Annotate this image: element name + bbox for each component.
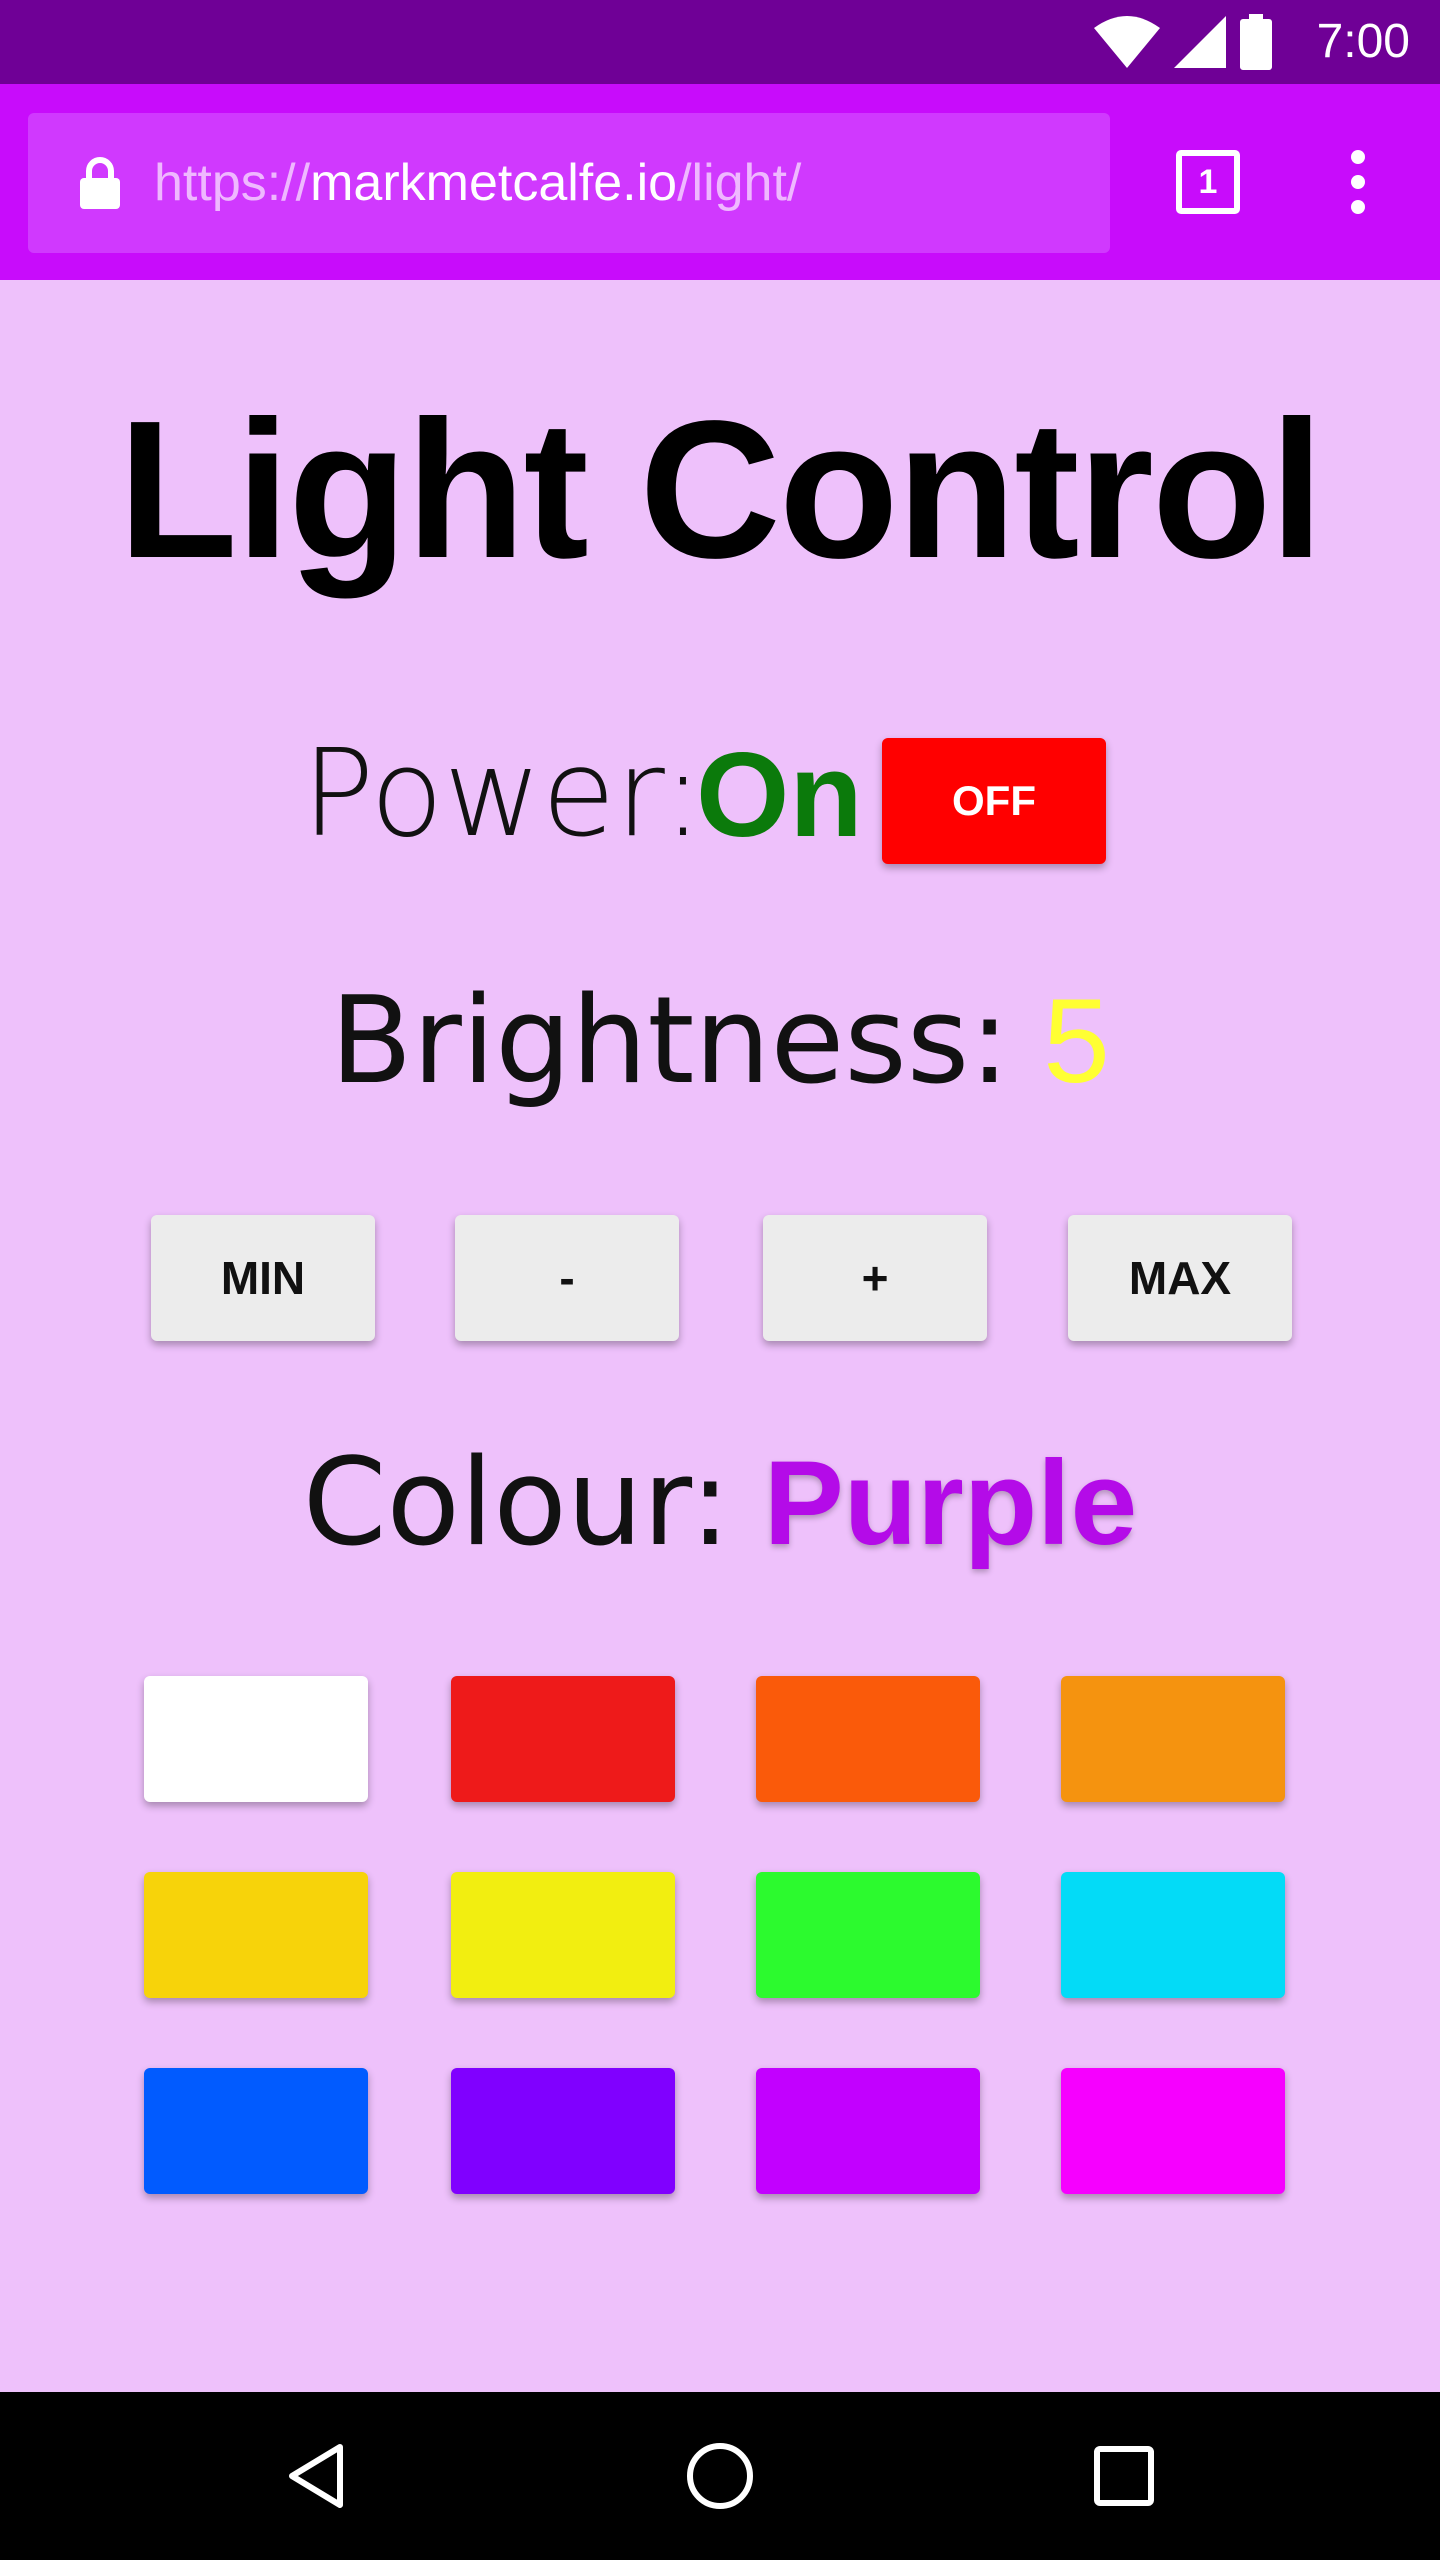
colour-row: Colour: Purple — [0, 1428, 1440, 1578]
brightness-decrease-button[interactable]: - — [455, 1215, 679, 1341]
colour-swatch-gold[interactable] — [144, 1872, 368, 1998]
colour-swatch-magenta[interactable] — [1061, 2068, 1285, 2194]
more-vert-icon[interactable] — [1330, 146, 1386, 218]
url-bar[interactable]: https://markmetcalfe.io/light/ — [28, 113, 1110, 253]
colour-swatch-orange[interactable] — [1061, 1676, 1285, 1802]
url-scheme: https:// — [154, 154, 311, 212]
url-path: /light/ — [677, 154, 802, 212]
back-icon[interactable] — [256, 2392, 376, 2560]
power-label: Power: — [302, 725, 704, 864]
colour-swatch-purple[interactable] — [756, 2068, 980, 2194]
brightness-row: Brightness: 5 — [0, 966, 1440, 1116]
signal-icon — [1174, 16, 1226, 68]
tabs-icon[interactable]: 1 — [1176, 150, 1240, 214]
brightness-label: Brightness: — [330, 972, 1010, 1111]
url-text[interactable]: https://markmetcalfe.io/light/ — [154, 113, 801, 253]
colour-swatch-yellow[interactable] — [451, 1872, 675, 1998]
colour-swatch-dark-orange[interactable] — [756, 1676, 980, 1802]
colour-swatch-white[interactable] — [144, 1676, 368, 1802]
browser-toolbar: https://markmetcalfe.io/light/ 1 — [0, 84, 1440, 280]
colour-swatch-violet[interactable] — [451, 2068, 675, 2194]
status-icons — [1094, 14, 1272, 70]
page-title: Light Control — [117, 380, 1324, 599]
colour-value: Purple — [763, 1436, 1138, 1570]
url-host: markmetcalfe.io — [310, 154, 678, 212]
recents-icon[interactable] — [1064, 2392, 1184, 2560]
home-icon[interactable] — [660, 2392, 780, 2560]
power-row: Power: On OFF — [0, 720, 1440, 870]
colour-swatch-blue[interactable] — [144, 2068, 368, 2194]
brightness-value: 5 — [1043, 974, 1110, 1108]
colour-swatch-red[interactable] — [451, 1676, 675, 1802]
status-time: 7:00 — [1316, 15, 1410, 68]
colour-label: Colour: — [302, 1434, 731, 1573]
status-bar: 7:00 — [0, 0, 1440, 84]
colour-swatch-green[interactable] — [756, 1872, 980, 1998]
wifi-icon — [1094, 16, 1160, 68]
power-value: On — [696, 728, 863, 862]
brightness-increase-button[interactable]: + — [763, 1215, 987, 1341]
colour-swatch-cyan[interactable] — [1061, 1872, 1285, 1998]
off-button[interactable]: OFF — [882, 738, 1106, 864]
battery-icon — [1240, 14, 1272, 70]
navigation-bar — [0, 2392, 1440, 2560]
lock-icon — [80, 157, 120, 209]
brightness-min-button[interactable]: MIN — [151, 1215, 375, 1341]
brightness-max-button[interactable]: MAX — [1068, 1215, 1292, 1341]
